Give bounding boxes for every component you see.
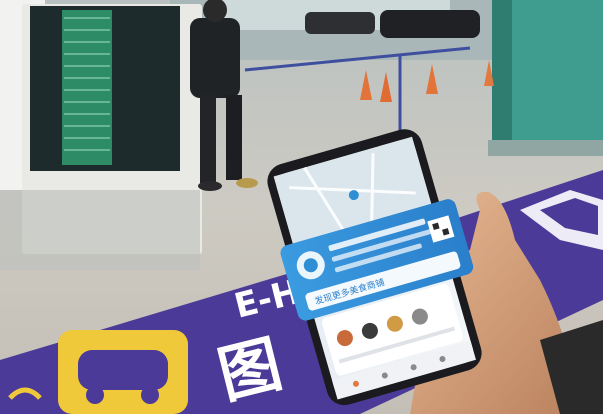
person-shoe	[198, 181, 222, 191]
person-leg	[226, 95, 242, 180]
taxi-icon	[58, 330, 188, 414]
background-car	[305, 12, 375, 34]
person-leg	[200, 95, 216, 183]
flight-board-column	[62, 10, 112, 165]
pillar-shadow	[492, 0, 512, 150]
photo: E-Ha 图 发现更多美食商铺	[0, 0, 603, 414]
flight-board-reflection	[0, 190, 200, 270]
person-torso	[190, 18, 240, 98]
pillar-base	[488, 140, 603, 156]
background-car	[380, 10, 480, 38]
person-shoe	[236, 178, 258, 188]
